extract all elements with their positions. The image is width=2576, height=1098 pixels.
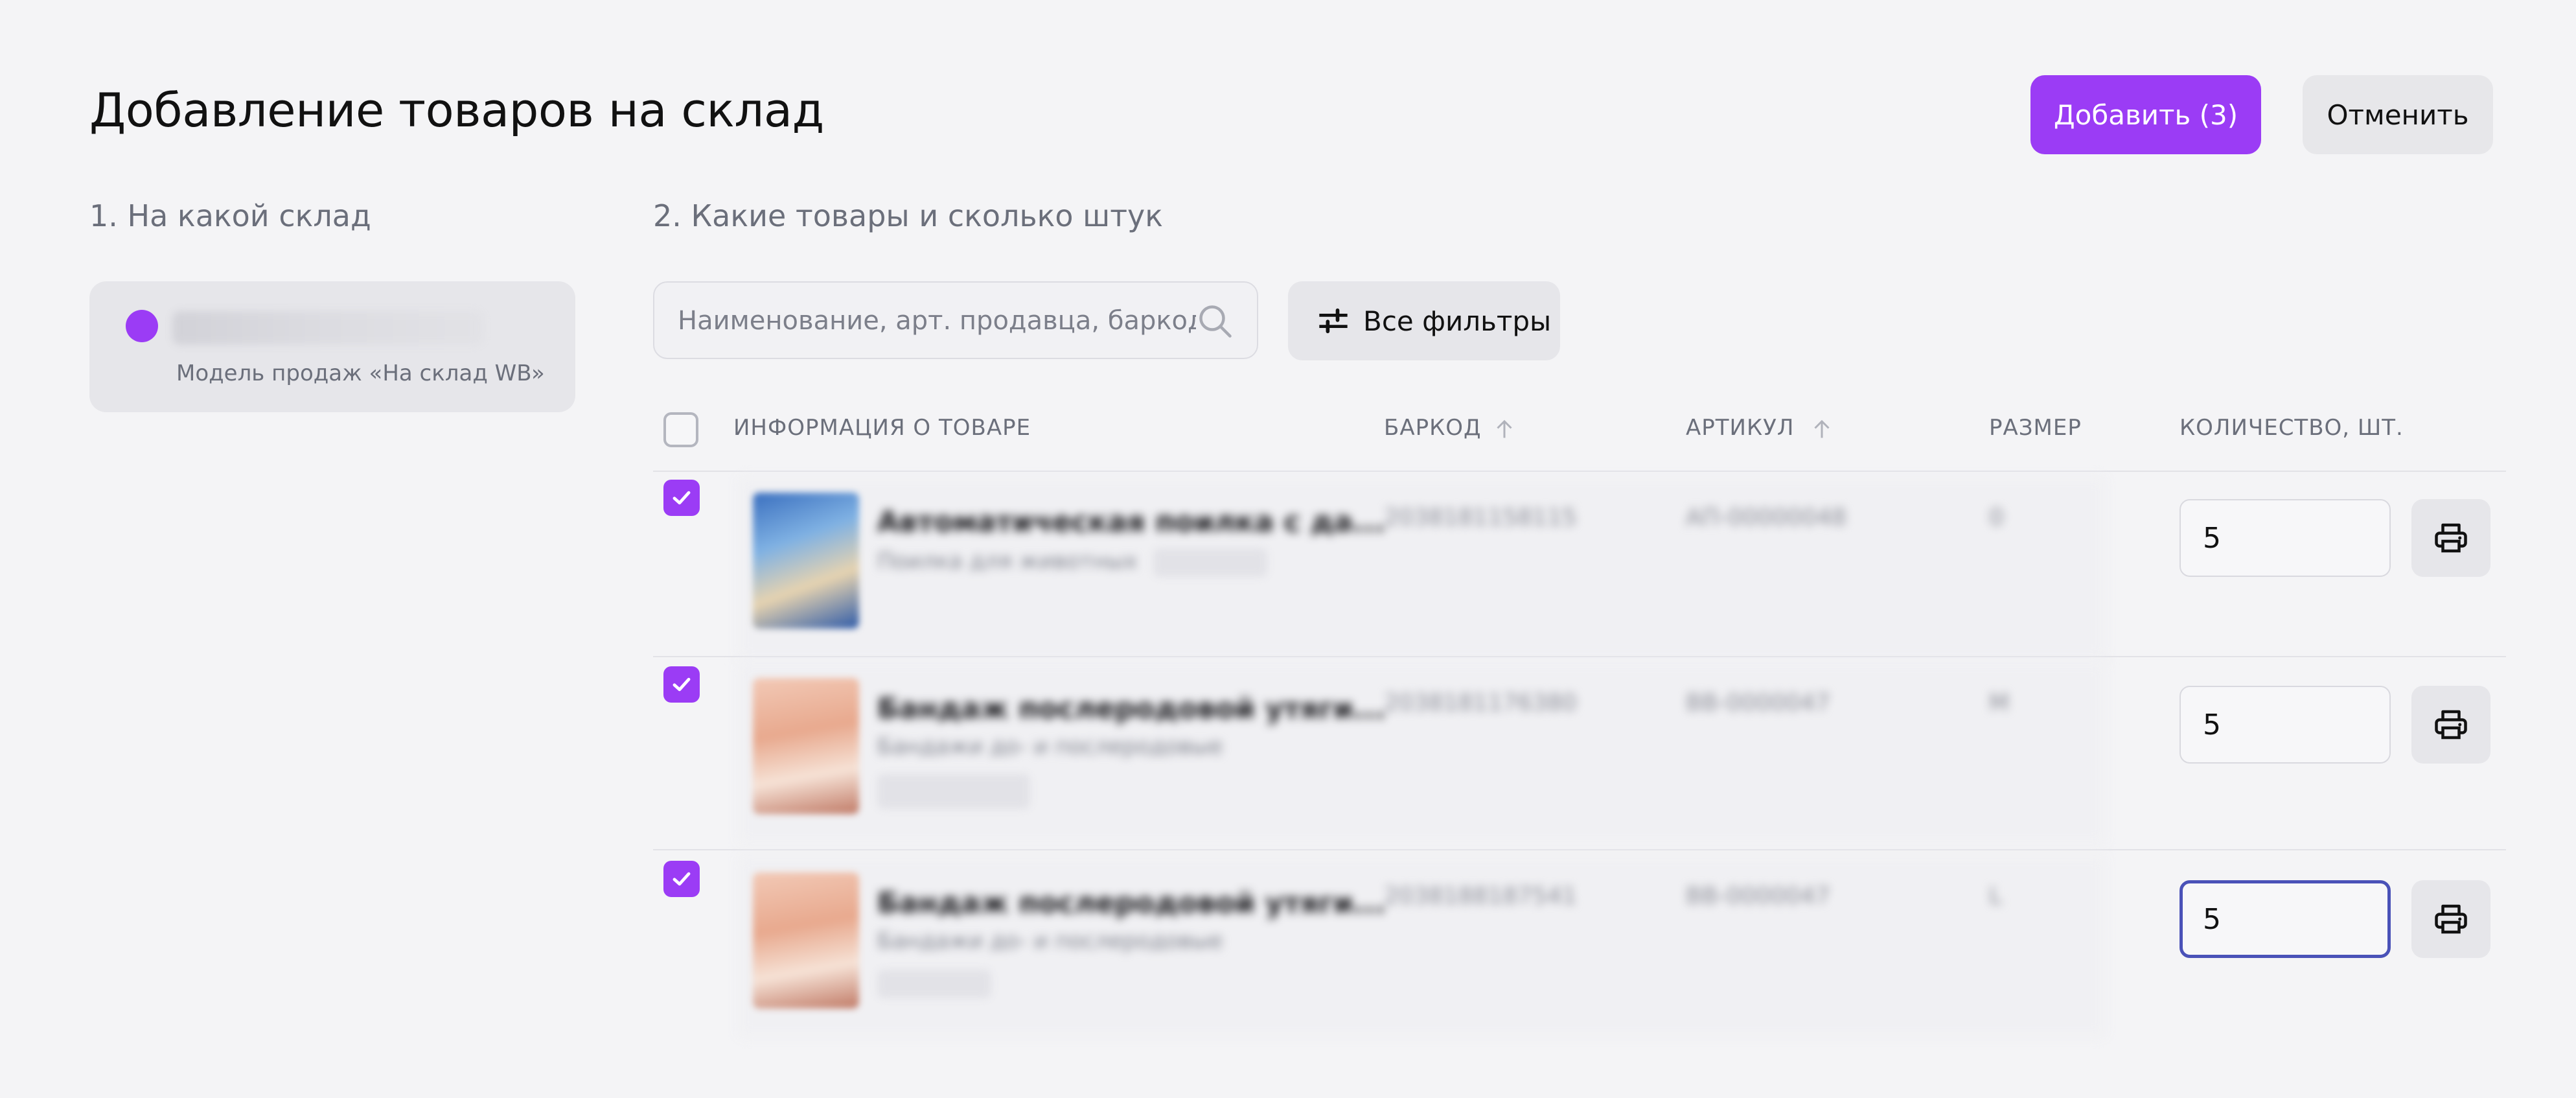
sort-arrow-up-icon[interactable] xyxy=(1810,416,1834,442)
print-label-button[interactable] xyxy=(2411,686,2490,764)
print-label-button[interactable] xyxy=(2411,499,2490,577)
product-tag-redacted xyxy=(877,774,1030,809)
article-cell: BB-0000047 xyxy=(1686,690,1830,716)
quantity-input[interactable] xyxy=(2179,499,2391,577)
step2-title: 2. Какие товары и сколько штук xyxy=(653,198,1164,233)
product-subtitle: Бандажи до- и послеродовые xyxy=(877,928,1223,954)
product-subtitle: Бандажи до- и послеродовые xyxy=(877,734,1223,760)
product-name: Автоматическая поилка с да... xyxy=(877,506,1386,539)
product-thumbnail xyxy=(753,872,859,1009)
barcode-cell: 2038181158115 xyxy=(1384,504,1577,531)
warehouse-name-redacted xyxy=(172,311,483,345)
printer-icon xyxy=(2435,523,2467,553)
product-tag-redacted xyxy=(1153,548,1267,577)
warehouse-radio-selected[interactable] xyxy=(126,310,158,342)
table-divider xyxy=(653,471,2506,472)
article-cell: АП-00000048 xyxy=(1686,504,1846,531)
column-header-info: ИНФОРМАЦИЯ О ТОВАРЕ xyxy=(733,415,1031,441)
printer-icon xyxy=(2435,710,2467,740)
checkmark-icon xyxy=(673,491,691,505)
page-title: Добавление товаров на склад xyxy=(89,83,824,137)
column-header-size: РАЗМЕР xyxy=(1989,415,2082,441)
warehouse-sales-model: Модель продаж «На склад WB» xyxy=(176,360,545,386)
column-header-quantity: КОЛИЧЕСТВО, ШТ. xyxy=(2179,415,2404,441)
size-cell: M xyxy=(1989,690,2010,716)
product-tag-redacted xyxy=(877,970,991,998)
row-checkbox-checked[interactable] xyxy=(663,480,700,516)
row-divider xyxy=(653,656,2506,657)
barcode-cell: 2038188187541 xyxy=(1384,883,1577,909)
column-header-article[interactable]: АРТИКУЛ xyxy=(1686,415,1794,441)
checkmark-icon xyxy=(673,872,691,886)
search-input[interactable] xyxy=(676,283,1197,359)
quantity-input[interactable] xyxy=(2179,686,2391,764)
size-cell: 0 xyxy=(1989,504,2004,531)
size-cell: L xyxy=(1989,883,2003,909)
product-name: Бандаж послеродовой утяги... xyxy=(877,887,1386,920)
sort-arrow-up-icon[interactable] xyxy=(1493,416,1516,442)
row-divider xyxy=(653,849,2506,850)
step1-title: 1. На какой склад xyxy=(89,198,371,233)
cancel-button[interactable]: Отменить xyxy=(2303,75,2493,154)
filter-sliders-icon xyxy=(1319,308,1348,334)
search-box xyxy=(653,281,1258,359)
product-name: Бандаж послеродовой утяги... xyxy=(877,692,1386,725)
printer-icon xyxy=(2435,904,2467,934)
checkmark-icon xyxy=(673,677,691,692)
all-filters-label: Все фильтры xyxy=(1363,305,1552,337)
warehouse-option-card[interactable] xyxy=(89,281,575,412)
row-checkbox-checked[interactable] xyxy=(663,861,700,897)
barcode-cell: 2038181176380 xyxy=(1384,690,1577,716)
row-checkbox-checked[interactable] xyxy=(663,666,700,703)
column-header-barcode[interactable]: БАРКОД xyxy=(1384,415,1482,441)
quantity-input-focused[interactable] xyxy=(2179,880,2391,958)
print-label-button[interactable] xyxy=(2411,880,2490,958)
product-thumbnail xyxy=(753,678,859,814)
add-button[interactable]: Добавить (3) xyxy=(2030,75,2261,154)
article-cell: BB-0000047 xyxy=(1686,883,1830,909)
product-thumbnail xyxy=(753,493,859,629)
product-subtitle: Поилка для животных xyxy=(877,548,1138,574)
select-all-checkbox[interactable] xyxy=(663,412,698,447)
search-icon[interactable] xyxy=(1196,302,1235,341)
all-filters-button[interactable]: Все фильтры xyxy=(1288,281,1560,360)
